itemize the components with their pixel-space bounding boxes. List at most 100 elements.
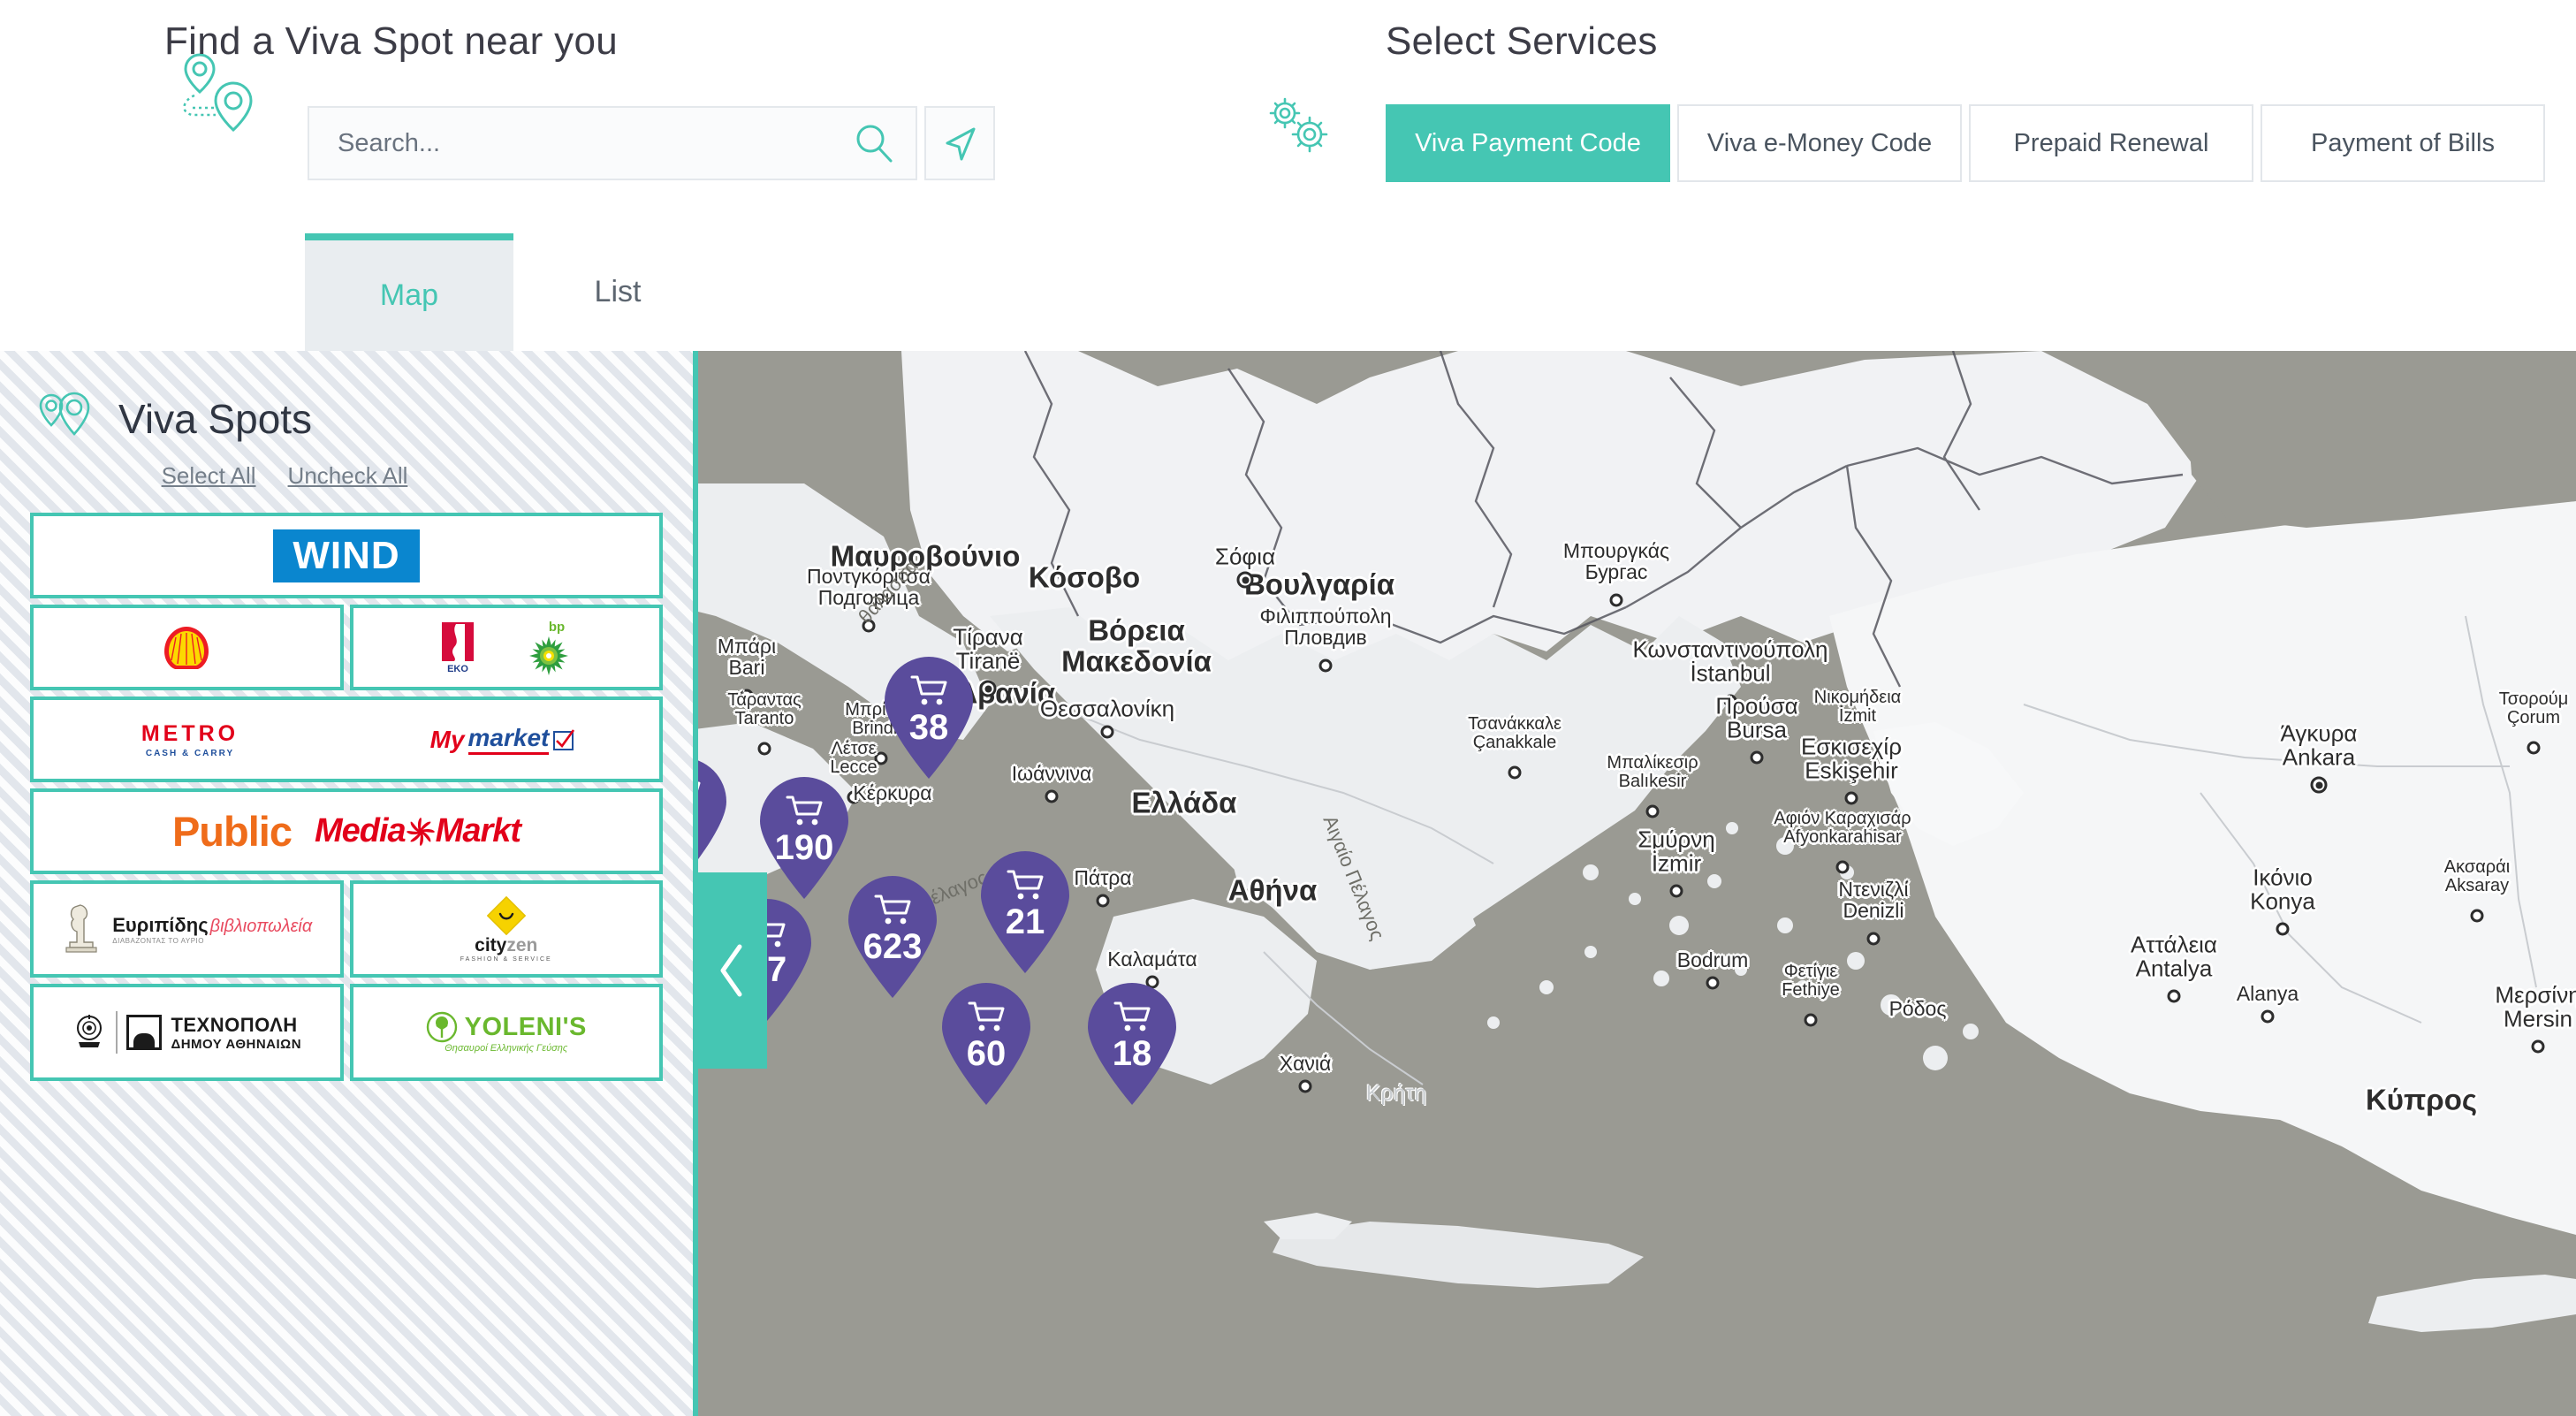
city-dot — [2531, 1039, 2545, 1054]
city-dot — [1609, 593, 1623, 607]
city-dot — [1844, 791, 1858, 805]
yolenis-name: YOLENI'S — [464, 1012, 587, 1041]
svg-text:bp: bp — [549, 620, 565, 635]
city-dot — [2261, 1009, 2275, 1024]
map-marker-cluster[interactable]: 60 — [938, 983, 1034, 1107]
brand-grid: WIND EKO bp METRO CASH & CARRY My market… — [0, 513, 693, 1081]
search-input[interactable] — [309, 128, 804, 158]
find-spot-title: Find a Viva Spot near you — [164, 19, 619, 63]
tab-list[interactable]: List — [513, 233, 722, 351]
map-marker-cluster[interactable]: 623 — [845, 876, 940, 1000]
athens-municipality-seal-icon — [77, 1015, 103, 1047]
uncheck-all-link[interactable]: Uncheck All — [288, 462, 408, 490]
search-box[interactable] — [308, 106, 917, 180]
viva-spots-sidebar: Viva Spots Select All Uncheck All WIND E… — [0, 351, 698, 1416]
euripidis-statue-icon — [65, 904, 97, 953]
tab-map[interactable]: Map — [305, 233, 513, 351]
cityzen-zen: zen — [506, 934, 538, 955]
city-dot — [1318, 659, 1333, 673]
service-viva-payment-code[interactable]: Viva Payment Code — [1386, 104, 1670, 182]
mymarket-logo: My market — [430, 724, 576, 755]
cityzen-logo: cityzen FASHION & SERVICE — [460, 895, 552, 963]
map-marker-cluster[interactable]: 38 — [881, 657, 976, 780]
map-pin-pair-icon — [183, 53, 253, 133]
shopping-cart-icon — [1007, 870, 1044, 900]
euripidis-name: Ευριπίδης — [112, 913, 209, 936]
wind-logo: WIND — [273, 529, 420, 582]
city-dot — [1045, 789, 1059, 803]
cityzen-city: city — [475, 934, 507, 955]
search-icon[interactable] — [852, 121, 896, 165]
marker-count-label: 3 — [698, 809, 730, 849]
city-dot — [1508, 765, 1522, 780]
select-all-link[interactable]: Select All — [162, 462, 256, 490]
yolenis-tagline: Θησαυροί Ελληνικής Γεύσης — [445, 1043, 568, 1054]
shopping-cart-icon — [874, 895, 911, 925]
euripidis-tagline: ΔΙΑΒΑΖΟΝΤΑΣ ΤΟ ΑΥΡΙΟ — [112, 936, 204, 945]
capital-dot — [979, 680, 997, 697]
brand-card-technopolis[interactable]: ΤΕΧΝΟΠΟΛΗ ΔΗΜΟΥ ΑΘΗΝΑΙΩΝ — [30, 984, 344, 1081]
navigate-arrow-icon[interactable] — [924, 106, 995, 180]
gears-icon — [1269, 97, 1328, 153]
capital-dot — [2310, 776, 2328, 794]
capital-dot — [1236, 571, 1254, 589]
city-dot — [862, 619, 876, 633]
city-dot — [757, 742, 771, 756]
marker-count-label: 190 — [774, 828, 834, 867]
search-row — [308, 106, 995, 180]
city-dot — [1866, 932, 1881, 946]
cityzen-tagline: FASHION & SERVICE — [460, 955, 552, 963]
checkbox-tick-icon — [553, 728, 575, 750]
shopping-cart-icon — [1113, 1001, 1151, 1032]
shell-logo-icon — [164, 626, 209, 669]
bp-logo-icon: bp — [528, 620, 568, 675]
city-dot — [1669, 884, 1683, 898]
city-dot — [2470, 909, 2484, 923]
technopolis-sub: ΔΗΜΟΥ ΑΘΗΝΑΙΩΝ — [171, 1036, 302, 1052]
city-dot — [2167, 989, 2181, 1003]
map-marker-cluster[interactable]: 21 — [977, 851, 1073, 975]
service-payment-of-bills[interactable]: Payment of Bills — [2261, 104, 2545, 182]
shopping-cart-icon — [910, 675, 947, 705]
city-dot — [1804, 1013, 1818, 1027]
city-dot — [2276, 922, 2290, 936]
marker-count-label: 21 — [1005, 902, 1045, 941]
sidebar-title: Viva Spots — [118, 396, 313, 442]
city-dot — [1298, 1079, 1312, 1093]
mediamarkt-logo: Media Markt — [314, 812, 521, 849]
marker-count-label: 60 — [966, 1034, 1007, 1073]
marker-count-label: 38 — [908, 708, 949, 747]
city-dot — [1096, 894, 1110, 908]
brand-card-shell[interactable] — [30, 605, 344, 690]
city-dot — [1645, 804, 1660, 818]
map-marker-cluster[interactable]: 190 — [756, 777, 852, 901]
brand-card-cityzen[interactable]: cityzen FASHION & SERVICE — [349, 880, 663, 978]
shopping-cart-icon — [786, 796, 823, 826]
brand-card-euripidis[interactable]: Ευριπίδης βιβλιοπωλεία ΔΙΑΒΑΖΟΝΤΑΣ ΤΟ ΑΥ… — [30, 880, 344, 978]
viva-spots-pin-icon — [39, 392, 90, 436]
view-tabs: Map List — [305, 233, 722, 351]
city-dot — [1706, 976, 1720, 990]
brand-card-eko-bp[interactable]: EKO bp — [349, 605, 663, 690]
brand-card-wind[interactable]: WIND — [30, 513, 663, 598]
brand-card-metro-mymarket[interactable]: METRO CASH & CARRY My market — [30, 697, 663, 782]
technopolis-name: ΤΕΧΝΟΠΟΛΗ — [171, 1013, 298, 1036]
service-viva-e-money-code[interactable]: Viva e-Money Code — [1677, 104, 1962, 182]
city-dot — [1100, 725, 1114, 739]
brand-card-yolenis[interactable]: YOLENI'S Θησαυροί Ελληνικής Γεύσης — [349, 984, 663, 1081]
service-buttons: Viva Payment Code Viva e-Money Code Prep… — [1386, 104, 2545, 182]
map-marker-cluster[interactable]: 18 — [1084, 983, 1180, 1107]
shopping-cart-icon — [698, 781, 701, 791]
map-canvas[interactable]: Μαυροβούνιο Κόσοβο Βόρεια Μακεδονία Βουλγαρί… — [698, 351, 2576, 1416]
sidebar-collapse-handle[interactable] — [698, 872, 767, 1069]
svg-text:EKO: EKO — [447, 664, 468, 674]
brand-card-public-mediamarkt[interactable]: Public Media Markt — [30, 788, 663, 874]
map-marker-cluster[interactable]: 3 — [698, 757, 730, 881]
public-logo: Public — [171, 808, 293, 855]
city-dot — [2527, 741, 2541, 755]
select-links: Select All Uncheck All — [0, 462, 693, 490]
metro-logo: METRO CASH & CARRY — [141, 720, 239, 758]
select-services-title: Select Services — [1386, 19, 1658, 63]
service-prepaid-renewal[interactable]: Prepaid Renewal — [1969, 104, 2253, 182]
city-dot — [1723, 694, 1737, 708]
